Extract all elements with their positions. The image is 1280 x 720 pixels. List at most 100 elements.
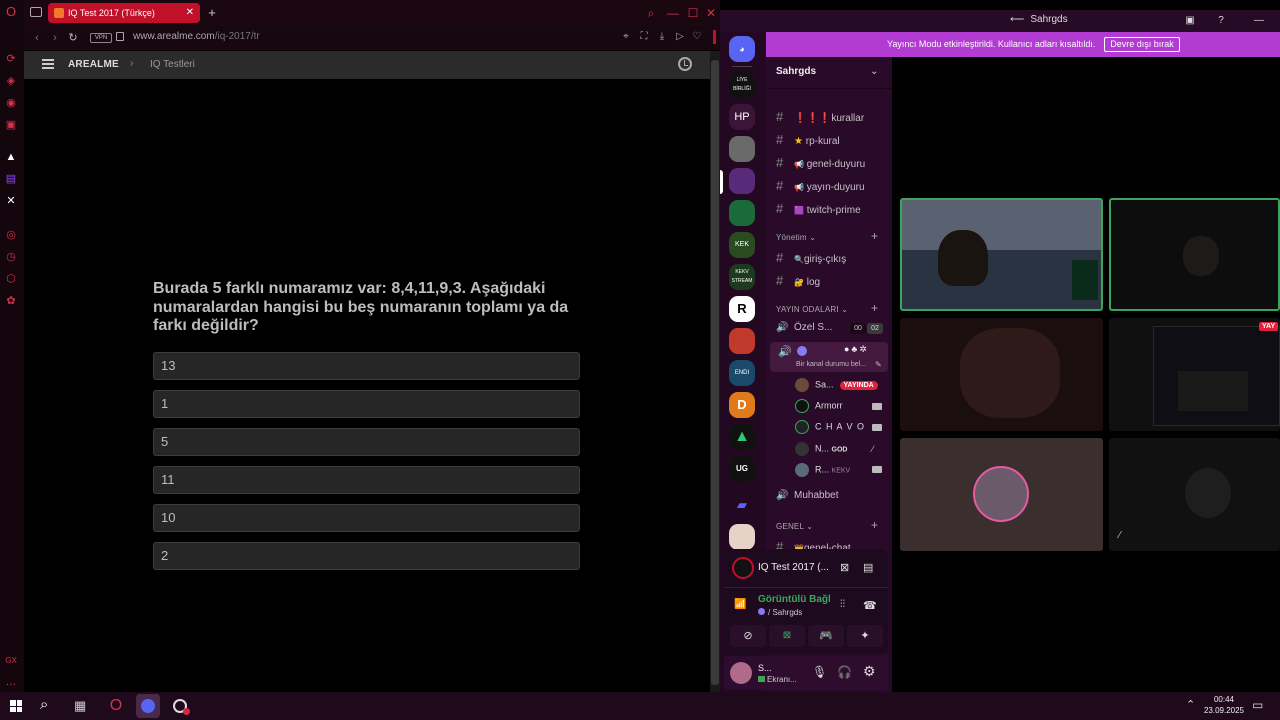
minimize-icon[interactable]: — — [1252, 14, 1266, 28]
bag-icon[interactable]: ◈ — [4, 74, 18, 88]
snapshot-icon[interactable]: ⛶ — [638, 31, 650, 43]
search-icon[interactable]: ⌕ — [40, 696, 48, 713]
add-channel-icon[interactable]: + — [871, 301, 878, 315]
settings-gear-icon[interactable]: ⚙ — [863, 663, 876, 680]
tab-iq-test[interactable]: IQ Test 2017 (Türkçe) ✕ — [48, 3, 200, 23]
tab-menu-icon[interactable] — [30, 7, 42, 17]
video-tile[interactable] — [1109, 198, 1280, 311]
answer-option[interactable]: 5 — [153, 428, 580, 456]
answer-option[interactable]: 10 — [153, 504, 580, 532]
breadcrumb[interactable]: IQ Testleri — [150, 59, 195, 70]
server-icon[interactable]: ▲ — [729, 424, 755, 450]
video-tile[interactable] — [900, 438, 1103, 551]
voice-status[interactable]: Görüntülü Bağl — [758, 594, 831, 605]
site-brand[interactable]: AREALME — [68, 59, 119, 70]
x-icon[interactable]: ✕ — [4, 194, 18, 208]
close-tab-icon[interactable]: ✕ — [186, 3, 194, 23]
server-icon[interactable] — [729, 328, 755, 354]
server-icon[interactable]: KEK — [729, 232, 755, 258]
vpn-badge[interactable]: VPN — [90, 33, 112, 43]
headphones-icon[interactable]: 🎧 — [837, 665, 852, 679]
messenger-icon[interactable]: ▣ — [4, 118, 18, 132]
channel-log[interactable]: # 🔐 log — [776, 273, 820, 288]
voice-channel-ozel[interactable]: 🔊 Özel S... — [776, 322, 832, 333]
opera-taskbar-icon[interactable]: O — [104, 694, 128, 718]
server-icon[interactable]: HP — [729, 104, 755, 130]
obs-taskbar-icon[interactable] — [168, 694, 192, 718]
server-icon[interactable] — [729, 168, 755, 194]
clock-time[interactable]: 00:44 — [1204, 695, 1244, 704]
screen-share-button[interactable]: ⊠ — [769, 625, 805, 647]
new-tab-button[interactable]: + — [204, 3, 220, 23]
minimize-icon[interactable]: — — [665, 5, 681, 21]
server-icon[interactable] — [729, 136, 755, 162]
answer-option[interactable]: 2 — [153, 542, 580, 570]
chevron-up-icon[interactable]: ⌃ — [1186, 698, 1195, 711]
close-window-icon[interactable]: ✕ — [703, 5, 719, 21]
activities-button[interactable]: 🎮 — [808, 625, 844, 647]
chevron-down-icon[interactable]: ⌄ — [870, 66, 878, 77]
channel-yayin-duyuru[interactable]: # 📢 yayın-duyuru — [776, 178, 865, 193]
voice-channel-link[interactable]: / Sahrgds — [758, 608, 802, 617]
cube-icon[interactable]: ⬡ — [4, 272, 18, 286]
server-icon[interactable]: LİYE BİRLİĞİ — [729, 72, 755, 98]
voice-user[interactable]: R... KEKV — [795, 463, 850, 477]
channel-giris-cikis[interactable]: # 🔍giriş-çıkış — [776, 250, 846, 265]
url-field[interactable]: www.arealme.com/iq-2017/tr — [133, 31, 260, 42]
channel-rp-kural[interactable]: # ★ rp-kural — [776, 132, 840, 147]
server-icon[interactable]: D — [729, 392, 755, 418]
forward-icon[interactable]: › — [48, 31, 62, 45]
channel-actions-icons[interactable]: ●♣✲ — [844, 344, 869, 355]
back-icon[interactable]: ‹ — [30, 31, 44, 45]
video-tile[interactable]: ⁄ — [1109, 438, 1280, 551]
pin-icon[interactable]: ⌖ — [620, 31, 632, 43]
channel-genel-duyuru[interactable]: # 📢 genel-duyuru — [776, 155, 865, 170]
gear-icon[interactable]: ✿ — [4, 294, 18, 308]
answer-option[interactable]: 13 — [153, 352, 580, 380]
add-channel-icon[interactable]: + — [871, 229, 878, 243]
wallet-icon[interactable]: ▲ — [4, 150, 18, 164]
reload-icon[interactable]: ↻ — [66, 31, 80, 45]
voice-channel-muhabbet[interactable]: 🔊 Muhabbet — [776, 490, 838, 501]
heart-icon[interactable]: ♡ — [691, 31, 703, 43]
answer-option[interactable]: 11 — [153, 466, 580, 494]
channel-kurallar[interactable]: # ❗❗❗kurallar — [776, 109, 864, 124]
search-icon[interactable]: ⌕ — [643, 5, 659, 21]
notifications-icon[interactable]: ▭ — [1252, 698, 1263, 712]
clock-date[interactable]: 23.09.2025 — [1200, 706, 1248, 715]
scrollbar-thumb[interactable] — [711, 60, 719, 685]
camera-off-button[interactable]: ⊘ — [730, 625, 766, 647]
start-button[interactable] — [10, 700, 22, 712]
discord-home-icon[interactable]: ◕ — [729, 36, 755, 62]
player-icon[interactable]: ◉ — [4, 96, 18, 110]
server-icon[interactable]: R — [729, 296, 755, 322]
voice-user[interactable]: N... GOD — [795, 442, 847, 456]
server-icon[interactable]: ENDI — [729, 360, 755, 386]
play-icon[interactable]: ▷ — [674, 31, 686, 43]
stream-settings-icon[interactable]: ▤ — [863, 561, 873, 574]
stop-stream-icon[interactable]: ⊠ — [840, 561, 849, 574]
more-icon[interactable]: … — [4, 675, 18, 689]
voice-user[interactable]: C H A V O — [795, 420, 865, 434]
folder-icon[interactable]: ▰ — [729, 492, 755, 518]
stream-tile[interactable]: YAY — [1109, 318, 1280, 431]
discord-taskbar-icon[interactable] — [136, 694, 160, 718]
explorer-icon[interactable]: ▦ — [74, 698, 86, 714]
user-name[interactable]: S... — [758, 663, 772, 673]
category-genel[interactable]: GENEL ⌄ — [776, 522, 813, 531]
twitch-icon[interactable]: ▤ — [4, 172, 18, 186]
server-icon[interactable]: KEKV STREAM — [729, 264, 755, 290]
add-channel-icon[interactable]: + — [871, 518, 878, 532]
channel-status[interactable]: Bir kanal durumu bel... — [796, 361, 866, 368]
avatar[interactable] — [730, 662, 752, 684]
category-yayin-odalari[interactable]: YAYIN ODALARI ⌄ — [776, 305, 848, 314]
server-name[interactable]: Sahrgds — [776, 66, 816, 77]
server-icon[interactable] — [729, 200, 755, 226]
inbox-icon[interactable]: ▣ — [1183, 14, 1197, 28]
clock-icon[interactable]: ◷ — [4, 250, 18, 264]
category-yonetim[interactable]: Yönetim ⌄ — [776, 233, 816, 242]
voice-user[interactable]: Armorr — [795, 399, 843, 413]
history-icon[interactable] — [678, 57, 692, 71]
maximize-icon[interactable]: ☐ — [685, 5, 701, 21]
voice-user[interactable]: Sa... YAYINDA — [795, 378, 878, 392]
